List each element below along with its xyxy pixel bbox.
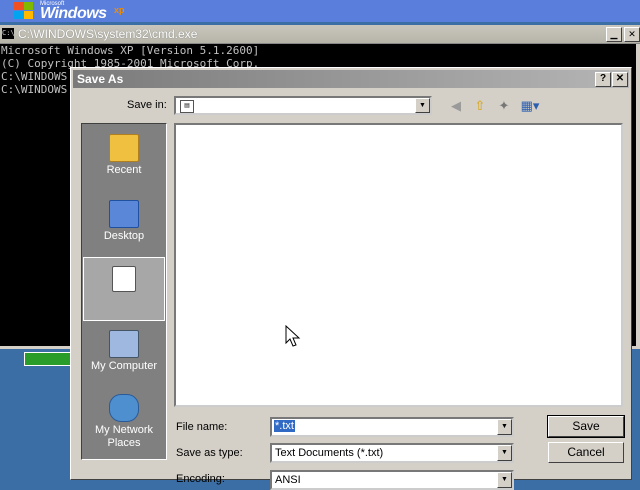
cmd-title: C:\WINDOWS\system32\cmd.exe	[18, 27, 198, 41]
computer-icon	[109, 330, 139, 358]
dialog-title: Save As	[77, 72, 124, 86]
chevron-down-icon[interactable]: ▼	[497, 445, 512, 461]
up-folder-icon[interactable]: ⇧	[472, 98, 488, 114]
network-globe-icon	[109, 394, 139, 422]
progress-bar	[24, 352, 72, 366]
save-as-dialog[interactable]: Save As ? ✕ Save in: ▤ ▼ ◀ ⇧ ✦ ▦▾ Recent…	[70, 67, 632, 490]
cmd-titlebar[interactable]: C:\ C:\WINDOWS\system32\cmd.exe ▁ ✕	[0, 25, 640, 44]
views-menu-icon[interactable]: ▦▾	[519, 98, 541, 114]
cmd-close-button[interactable]: ✕	[624, 27, 640, 42]
cancel-button[interactable]: Cancel	[548, 442, 624, 463]
save-in-dropdown[interactable]: ▤ ▼	[174, 96, 432, 115]
cmd-app-icon: C:\	[2, 28, 15, 39]
file-name-input[interactable]: *.txt ▼	[270, 417, 514, 437]
place-label: Recent	[106, 164, 142, 176]
places-bar: Recent Desktop My Computer My Network Pl…	[81, 123, 167, 460]
encoding-select[interactable]: ANSI ▼	[270, 470, 514, 490]
folder-icon: ▤	[180, 100, 194, 113]
desktop-background: Microsoft Windows xp	[0, 0, 640, 22]
cmd-minimize-button[interactable]: ▁	[606, 27, 622, 42]
logo-xp-text: xp	[114, 5, 125, 15]
windows-flag-icon	[14, 2, 34, 20]
save-as-type-label: Save as type:	[176, 447, 243, 459]
place-label: Desktop	[103, 230, 145, 242]
file-list[interactable]	[174, 123, 623, 407]
mouse-cursor-icon	[285, 325, 301, 347]
place-label: My Computer	[90, 360, 158, 372]
recent-folder-icon	[109, 134, 139, 162]
place-recent[interactable]: Recent	[83, 126, 165, 190]
document-icon	[112, 266, 136, 292]
encoding-value: ANSI	[275, 474, 301, 486]
place-my-network[interactable]: My Network Places	[83, 386, 165, 458]
place-my-documents[interactable]	[83, 257, 165, 321]
file-name-value: *.txt	[274, 420, 295, 432]
place-my-computer[interactable]: My Computer	[83, 322, 165, 386]
dialog-titlebar[interactable]: Save As ? ✕	[73, 70, 629, 88]
save-button[interactable]: Save	[547, 415, 625, 438]
chevron-down-icon[interactable]: ▼	[497, 419, 512, 435]
desktop-icon	[109, 200, 139, 228]
place-desktop[interactable]: Desktop	[83, 192, 165, 256]
file-name-label: File name:	[176, 421, 228, 433]
console-line: Microsoft Windows XP [Version 5.1.2600]	[1, 44, 260, 57]
windows-xp-logo: Microsoft Windows xp	[10, 0, 150, 22]
close-button[interactable]: ✕	[612, 72, 628, 87]
save-as-type-select[interactable]: Text Documents (*.txt) ▼	[270, 443, 514, 463]
new-folder-icon[interactable]: ✦	[496, 98, 512, 114]
chevron-down-icon[interactable]: ▼	[415, 98, 430, 113]
help-button[interactable]: ?	[595, 72, 611, 87]
cmd-scrollbar[interactable]	[636, 44, 640, 346]
chevron-down-icon[interactable]: ▼	[497, 472, 512, 488]
place-label: My Network Places	[94, 424, 154, 449]
encoding-label: Encoding:	[176, 473, 225, 485]
save-in-label: Save in:	[127, 99, 167, 111]
save-as-type-value: Text Documents (*.txt)	[275, 447, 384, 459]
back-arrow-icon[interactable]: ◀	[448, 98, 464, 114]
logo-windows-text: Windows	[40, 5, 107, 22]
